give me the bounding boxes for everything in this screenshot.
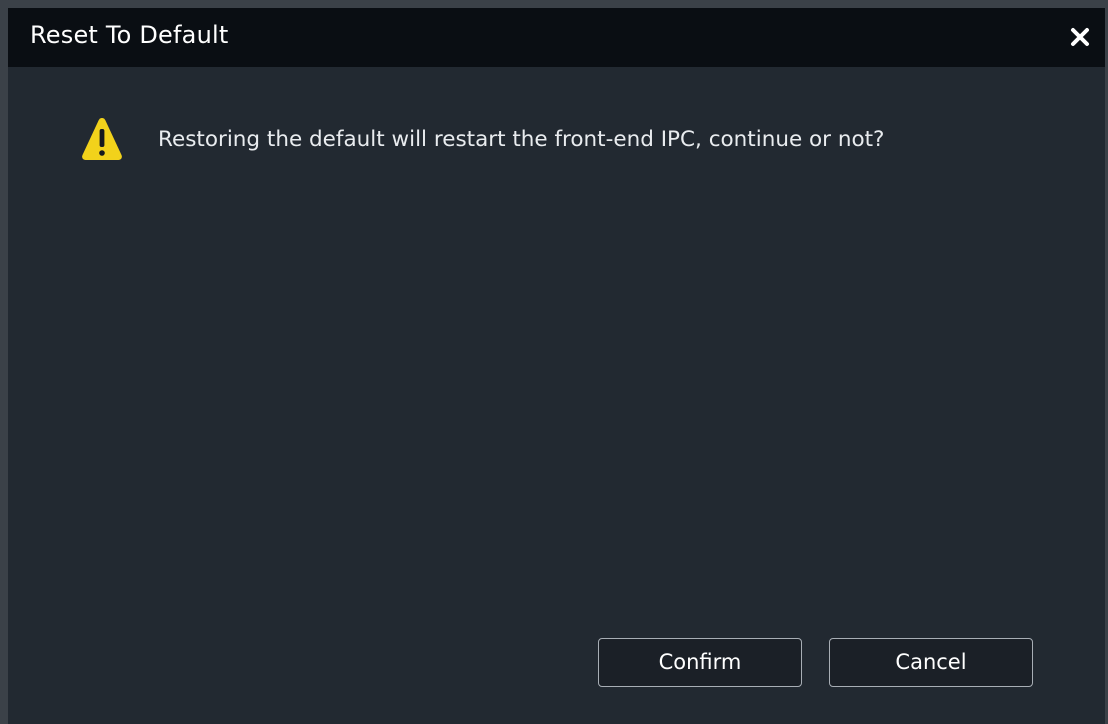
close-icon — [1071, 28, 1089, 46]
reset-dialog: Reset To Default Restoring the default w… — [0, 0, 1108, 724]
confirm-button[interactable]: Confirm — [598, 638, 802, 687]
dialog-titlebar: Reset To Default — [8, 8, 1105, 67]
dialog-message: Restoring the default will restart the f… — [158, 127, 885, 152]
cancel-button[interactable]: Cancel — [829, 638, 1033, 687]
dialog-title: Reset To Default — [30, 21, 229, 49]
close-button[interactable] — [1063, 20, 1097, 54]
warning-icon — [82, 118, 122, 160]
